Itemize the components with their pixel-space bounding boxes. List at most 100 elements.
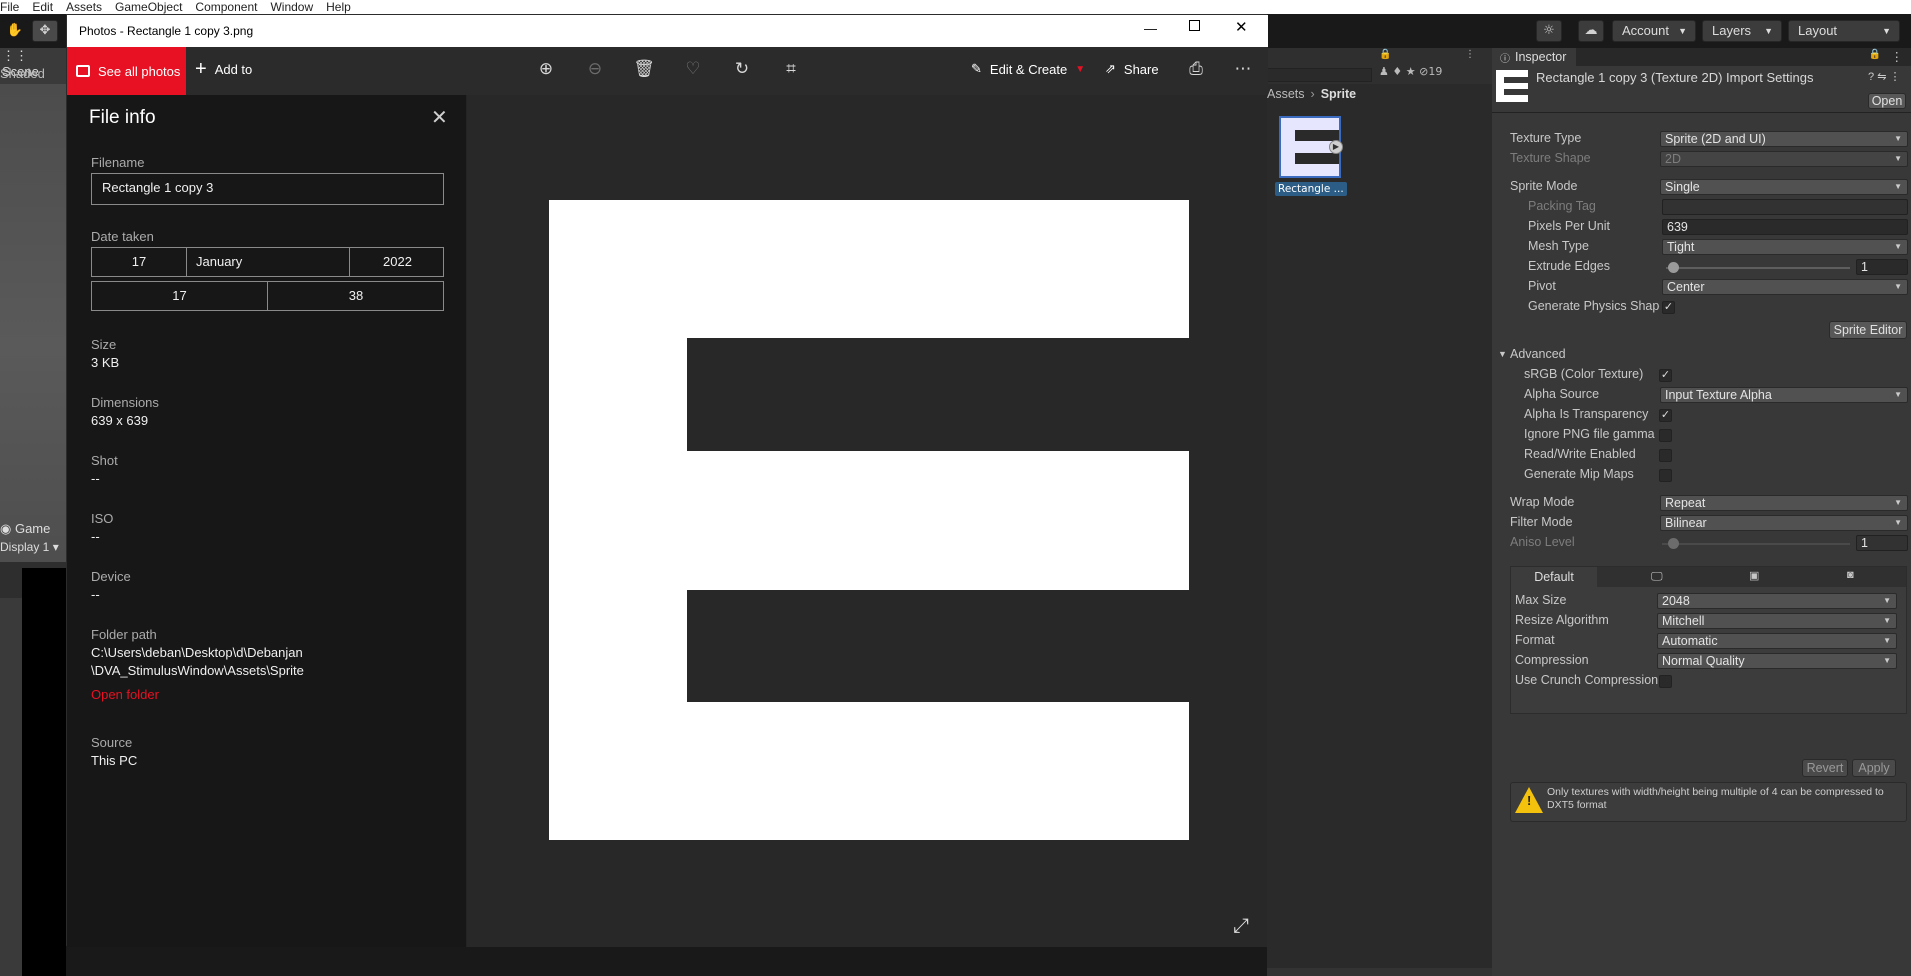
time-minute[interactable]: 38 (268, 282, 444, 310)
favorite-heart-icon[interactable]: ♡ (681, 59, 705, 79)
mesh-type-dropdown[interactable]: Tight ▼ (1662, 239, 1908, 255)
date-picker[interactable]: 17 January 2022 (91, 247, 444, 277)
create-icon[interactable]: ♟ (1379, 65, 1389, 78)
lock-icon[interactable]: 🔒 (1869, 49, 1881, 60)
asset-label[interactable]: Rectangle ... (1275, 182, 1347, 196)
format-dropdown[interactable]: Automatic ▼ (1657, 633, 1897, 649)
breadcrumb-assets[interactable]: Assets (1267, 87, 1305, 101)
breadcrumb-sprite[interactable]: Sprite (1321, 87, 1356, 101)
pivot-dropdown[interactable]: Center ▼ (1662, 279, 1908, 295)
revert-button[interactable]: Revert (1802, 759, 1848, 777)
date-day[interactable]: 17 (92, 248, 187, 276)
ppu-input[interactable]: 639 (1662, 219, 1908, 235)
filter-mode-dropdown[interactable]: Bilinear ▼ (1660, 515, 1908, 531)
time-hour[interactable]: 17 (92, 282, 268, 310)
max-size-dropdown[interactable]: 2048 ▼ (1657, 593, 1897, 609)
extrude-input[interactable]: 1 (1856, 259, 1908, 275)
scene-viewport[interactable] (0, 84, 66, 562)
apply-button[interactable]: Apply (1852, 759, 1896, 777)
display-dropdown[interactable]: Display 1 ▾ (0, 540, 59, 554)
more-options-icon[interactable]: ⋯ (1231, 59, 1255, 79)
sprite-mode-dropdown[interactable]: Single ▼ (1660, 179, 1908, 195)
share-button[interactable]: ⇗ Share (1105, 61, 1159, 77)
webgl-icon[interactable]: ◙ (1847, 569, 1854, 581)
extrude-slider-handle[interactable] (1668, 262, 1679, 273)
layout-dropdown[interactable]: Layout ▼ (1788, 20, 1900, 42)
close-icon[interactable]: ✕ (1235, 18, 1248, 36)
time-picker[interactable]: 17 38 (91, 281, 444, 311)
menu-gameobject[interactable]: GameObject (115, 1, 182, 13)
wrap-mode-dropdown[interactable]: Repeat ▼ (1660, 495, 1908, 511)
zoom-in-icon[interactable]: ⊕ (534, 59, 558, 79)
menu-assets[interactable]: Assets (66, 1, 102, 13)
crunch-checkbox[interactable] (1659, 675, 1672, 688)
asset-thumbnail[interactable]: ▶ (1279, 116, 1343, 178)
play-icon[interactable]: ▶ (1329, 140, 1343, 154)
kebab-menu-icon[interactable]: ⋮ (1889, 71, 1900, 83)
open-folder-link[interactable]: Open folder (91, 687, 159, 702)
cloud-icon[interactable]: ☁ (1578, 20, 1604, 42)
inspector-title: Rectangle 1 copy 3 (Texture 2D) Import S… (1536, 70, 1814, 85)
android-icon[interactable]: ▣ (1749, 569, 1759, 582)
read-write-checkbox[interactable] (1659, 449, 1672, 462)
aniso-label: Aniso Level (1510, 535, 1575, 549)
expand-fullscreen-icon[interactable]: ⤢ (1233, 913, 1249, 937)
monitor-icon[interactable]: 🖵 (1651, 569, 1663, 584)
collab-icon[interactable]: ☼ (1536, 20, 1562, 42)
image-viewer[interactable]: ⤢ (467, 95, 1267, 947)
extrude-slider-track[interactable] (1666, 267, 1850, 269)
hidden-packages-icon[interactable]: ⊘ (1419, 65, 1428, 78)
open-button[interactable]: Open (1868, 93, 1906, 109)
delete-icon[interactable]: 🗑 (632, 59, 656, 79)
project-search-input[interactable] (1267, 68, 1372, 82)
advanced-foldout[interactable]: ▼ Advanced (1492, 345, 1911, 365)
physics-shape-checkbox[interactable]: ✓ (1662, 301, 1675, 314)
print-icon[interactable]: ⎙ (1184, 59, 1208, 79)
help-icon[interactable]: ? (1868, 71, 1874, 83)
minimize-icon[interactable]: — (1144, 21, 1157, 36)
shading-mode-dropdown[interactable]: Shaded (0, 66, 45, 81)
tab-game[interactable]: ◉ Game (0, 521, 50, 537)
menu-window[interactable]: Window (270, 1, 313, 13)
tab-default-platform[interactable]: Default (1511, 567, 1597, 587)
device-value: -- (91, 587, 100, 602)
extrude-row: Extrude Edges 1 (1492, 257, 1911, 277)
lock-icon[interactable]: 🔒 (1379, 49, 1391, 60)
close-panel-icon[interactable]: ✕ (431, 105, 448, 129)
tab-inspector[interactable]: ⓘ Inspector (1492, 48, 1577, 66)
layers-dropdown[interactable]: Layers ▼ (1702, 20, 1782, 42)
photos-command-bar: See all photos + Add to ⊕ ⊖ 🗑 ♡ ↻ ⌗ ✎ Edit… (67, 47, 1268, 95)
ignore-png-gamma-checkbox[interactable] (1659, 429, 1672, 442)
move-tool-icon[interactable]: ✥ (32, 20, 58, 42)
menu-file[interactable]: File (0, 1, 19, 13)
account-dropdown[interactable]: Account ▼ (1612, 20, 1696, 42)
rotate-icon[interactable]: ↻ (730, 59, 754, 79)
date-month[interactable]: January (196, 248, 242, 276)
edit-create-button[interactable]: ✎ Edit & Create ▼ (971, 61, 1085, 77)
label-icon[interactable]: ♦ (1392, 65, 1402, 78)
resize-dropdown[interactable]: Mitchell ▼ (1657, 613, 1897, 629)
compression-dropdown[interactable]: Normal Quality ▼ (1657, 653, 1897, 669)
filename-input[interactable]: Rectangle 1 copy 3 (91, 173, 444, 205)
see-all-photos-button[interactable]: See all photos (67, 47, 186, 95)
texture-type-dropdown[interactable]: Sprite (2D and UI) ▼ (1660, 131, 1908, 147)
sprite-editor-button[interactable]: Sprite Editor (1829, 321, 1907, 339)
date-year[interactable]: 2022 (349, 248, 445, 276)
menu-component[interactable]: Component (195, 1, 257, 13)
game-view[interactable] (22, 568, 66, 976)
kebab-menu-icon[interactable]: ⋮ (1891, 49, 1904, 64)
hand-tool-icon[interactable]: ✋ (2, 20, 28, 42)
alpha-source-dropdown[interactable]: Input Texture Alpha ▼ (1660, 387, 1908, 403)
preset-icon[interactable]: ⇋ (1877, 71, 1886, 83)
menu-help[interactable]: Help (326, 1, 351, 13)
menu-edit[interactable]: Edit (32, 1, 53, 13)
crop-icon[interactable]: ⌗ (779, 59, 803, 79)
add-to-button[interactable]: + Add to (195, 59, 252, 79)
star-icon[interactable]: ★ (1406, 65, 1416, 78)
displayed-image (549, 200, 1189, 840)
maximize-icon[interactable] (1189, 20, 1200, 31)
mipmaps-checkbox[interactable] (1659, 469, 1672, 482)
srgb-checkbox[interactable]: ✓ (1659, 369, 1672, 382)
kebab-menu-icon[interactable]: ⋮ (1465, 49, 1475, 60)
alpha-transparency-checkbox[interactable]: ✓ (1659, 409, 1672, 422)
